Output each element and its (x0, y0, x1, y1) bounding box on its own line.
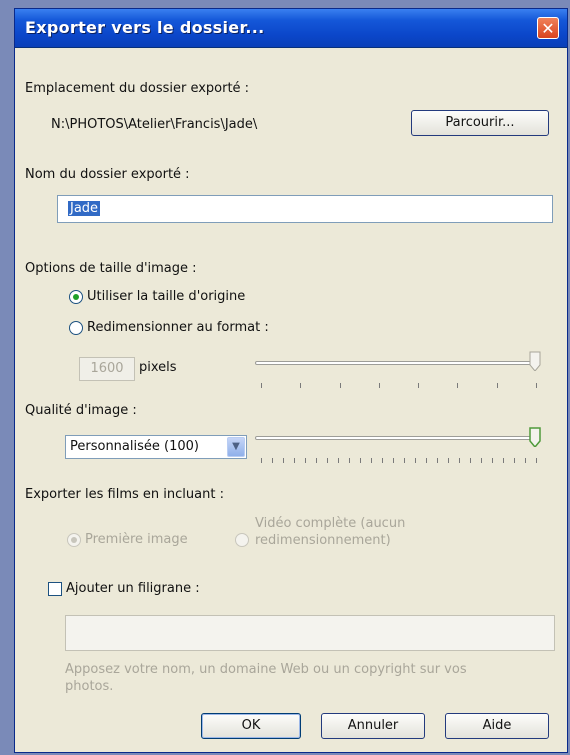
watermark-checkbox[interactable] (48, 582, 62, 596)
window-title: Exporter vers le dossier... (25, 18, 265, 37)
chevron-down-icon[interactable]: ▼ (227, 437, 245, 457)
quality-slider-thumb[interactable] (529, 427, 541, 447)
full-video-radio[interactable] (235, 533, 249, 547)
full-video-label-line2: redimensionnement) (255, 533, 391, 548)
watermark-hint-line2: photos. (65, 679, 114, 694)
export-dialog: Exporter vers le dossier... ✕ Emplacemen… (14, 8, 568, 753)
slider-tick (418, 383, 419, 388)
slider-tick (457, 383, 458, 388)
slider-tick (404, 458, 405, 463)
slider-tick (360, 458, 361, 463)
slider-tick (300, 383, 301, 388)
resize-label: Redimensionner au format : (87, 320, 269, 335)
first-image-label: Première image (85, 532, 188, 547)
watermark-checkbox-label: Ajouter un filigrane : (66, 581, 200, 596)
slider-tick (497, 383, 498, 388)
slider-tick (349, 458, 350, 463)
slider-tick (327, 458, 328, 463)
slider-tick (340, 383, 341, 388)
help-button[interactable]: Aide (445, 713, 549, 739)
original-size-radio[interactable] (69, 290, 83, 304)
slider-tick (492, 458, 493, 463)
slider-tick (536, 383, 537, 388)
slider-tick (338, 458, 339, 463)
resize-radio[interactable] (69, 321, 83, 335)
quality-select-value: Personnalisée (100) (70, 439, 199, 454)
slider-tick (261, 383, 262, 388)
slider-tick (379, 383, 380, 388)
slider-tick (437, 458, 438, 463)
slider-tick (448, 458, 449, 463)
folder-name-label: Nom du dossier exporté : (25, 167, 190, 182)
close-button[interactable]: ✕ (537, 17, 559, 39)
slider-tick (470, 458, 471, 463)
slider-tick (503, 458, 504, 463)
slider-tick (415, 458, 416, 463)
quality-slider-ticks (261, 458, 537, 464)
slider-tick (283, 458, 284, 463)
slider-tick (272, 458, 273, 463)
location-label: Emplacement du dossier exporté : (25, 81, 250, 96)
slider-tick (316, 458, 317, 463)
slider-tick (536, 458, 537, 463)
first-image-radio[interactable] (67, 533, 81, 547)
size-slider-track[interactable] (255, 361, 539, 365)
slider-tick (261, 458, 262, 463)
size-options-label: Options de taille d'image : (25, 261, 197, 276)
slider-tick (481, 458, 482, 463)
watermark-text-input[interactable] (65, 615, 555, 651)
pixels-input[interactable]: 1600 (79, 357, 135, 381)
movies-label: Exporter les films en incluant : (25, 487, 224, 502)
quality-label: Qualité d'image : (25, 403, 137, 418)
cancel-button[interactable]: Annuler (321, 713, 425, 739)
export-path: N:\PHOTOS\Atelier\Francis\Jade\ (51, 117, 258, 132)
slider-tick (459, 458, 460, 463)
slider-tick (525, 458, 526, 463)
size-slider-ticks (261, 383, 537, 389)
folder-name-value: Jade (68, 201, 101, 216)
slider-tick (393, 458, 394, 463)
ok-button[interactable]: OK (201, 713, 301, 739)
browse-button[interactable]: Parcourir... (411, 110, 549, 136)
original-size-label: Utiliser la taille d'origine (87, 289, 246, 304)
slider-tick (305, 458, 306, 463)
slider-tick (382, 458, 383, 463)
pixels-unit-label: pixels (139, 360, 177, 375)
slider-tick (371, 458, 372, 463)
slider-tick (294, 458, 295, 463)
watermark-hint-line1: Apposez votre nom, un domaine Web ou un … (65, 662, 467, 677)
full-video-label-line1: Vidéo complète (aucun (255, 516, 406, 531)
folder-name-input[interactable]: Jade (57, 195, 553, 223)
title-bar[interactable]: Exporter vers le dossier... ✕ (15, 9, 567, 48)
slider-tick (514, 458, 515, 463)
quality-select[interactable]: Personnalisée (100) ▼ (65, 435, 247, 459)
quality-slider-track[interactable] (255, 436, 539, 440)
size-slider-thumb[interactable] (529, 351, 541, 371)
slider-tick (426, 458, 427, 463)
